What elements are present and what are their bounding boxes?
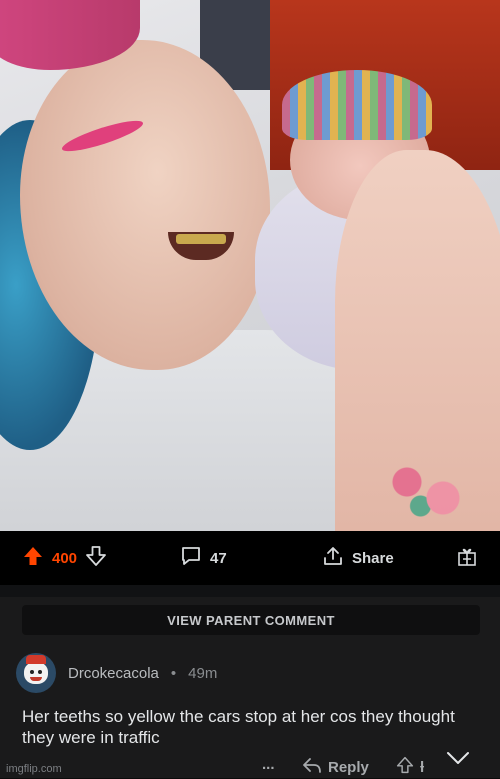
reply-button[interactable]: Reply <box>302 756 369 779</box>
comment-vote-count: ƚ <box>420 759 425 776</box>
share-label: Share <box>352 549 394 567</box>
mother-teeth <box>176 234 226 244</box>
more-options-label: ... <box>262 756 275 773</box>
section-divider <box>0 585 500 597</box>
imgflip-watermark: imgflip.com <box>6 763 62 775</box>
more-options-button[interactable]: ... <box>262 756 275 773</box>
chevron-down-icon <box>446 750 470 771</box>
comment-icon <box>180 545 202 571</box>
comment-button[interactable]: 47 <box>180 545 227 571</box>
comment-header: Drcokecacola • 49m <box>16 653 217 693</box>
comment-username[interactable]: Drcokecacola <box>68 665 159 682</box>
award-icon <box>456 545 478 571</box>
post-image[interactable] <box>0 0 500 531</box>
vote-count: 400 <box>52 549 78 567</box>
share-icon <box>322 545 344 571</box>
downvote-icon[interactable] <box>85 545 107 571</box>
avatar[interactable] <box>16 653 56 693</box>
upvote-icon[interactable] <box>22 545 44 571</box>
share-button[interactable]: Share <box>322 545 394 571</box>
collapse-button[interactable] <box>446 750 470 771</box>
comment-count: 47 <box>210 549 227 567</box>
reply-icon <box>302 756 322 779</box>
comment-actions: ... Reply ƚ <box>0 752 500 778</box>
post-action-bar: 400 47 Share <box>0 531 500 585</box>
comment-body: Her teeths so yellow the cars stop at he… <box>22 707 455 747</box>
avatar-hat <box>26 655 46 664</box>
award-button[interactable] <box>456 545 478 571</box>
avatar-eye <box>38 670 42 674</box>
arm-tattoo <box>380 450 470 530</box>
comment-section: VIEW PARENT COMMENT Drcokecacola • 49m H… <box>0 597 500 778</box>
comment-upvote-icon[interactable] <box>396 756 414 779</box>
view-parent-comment-button[interactable]: VIEW PARENT COMMENT <box>22 605 480 635</box>
baby-knit-hat <box>282 70 432 140</box>
vote-group: 400 <box>22 545 107 571</box>
reply-label: Reply <box>328 759 369 776</box>
meta-separator: • <box>170 664 177 682</box>
comment-timestamp: 49m <box>188 664 218 682</box>
comment-vote-group: ƚ <box>396 756 424 779</box>
avatar-eye <box>30 670 34 674</box>
